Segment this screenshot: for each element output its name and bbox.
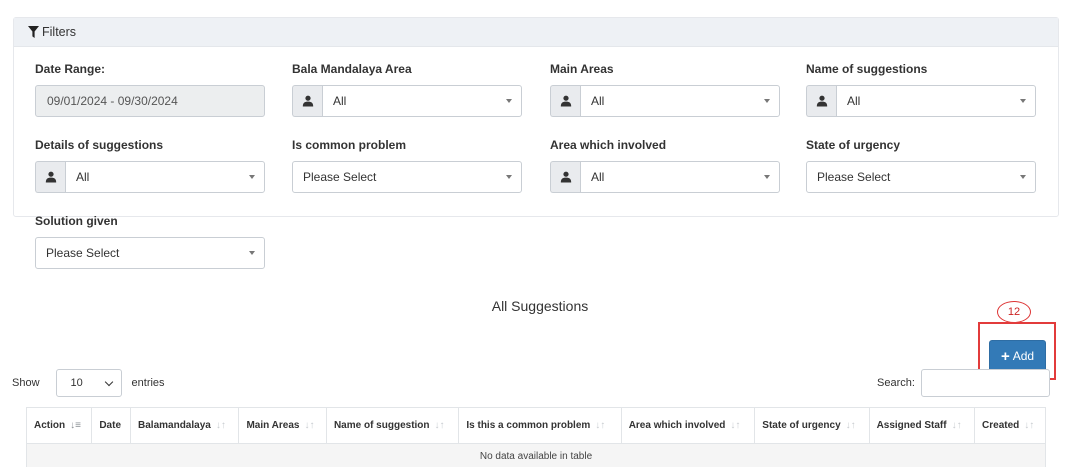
column-header-common-problem[interactable]: Is this a common problem ↓↑ (458, 407, 622, 444)
show-label: Show (12, 377, 40, 389)
column-header-main-areas[interactable]: Main Areas ↓↑ (238, 407, 327, 444)
sort-icon: ↓↑ (215, 420, 226, 431)
state-of-urgency-value: Please Select (817, 170, 891, 184)
column-header-assigned-staff[interactable]: Assigned Staff ↓↑ (868, 407, 976, 444)
caret-down-icon (1020, 99, 1026, 103)
solution-given-select[interactable]: Please Select (35, 237, 265, 269)
user-icon (35, 161, 65, 193)
user-icon (806, 85, 836, 117)
table-search: Search: (877, 369, 1050, 397)
user-icon (550, 161, 580, 193)
column-header-balamandalaya[interactable]: Balamandalaya ↓↑ (130, 407, 240, 444)
area-which-involved-label: Area which involved (550, 138, 667, 152)
sort-icon: ↓↑ (730, 420, 741, 431)
area-which-involved-value: All (591, 170, 605, 184)
caret-down-icon (764, 175, 770, 179)
bala-mandalaya-area-label: Bala Mandalaya Area (292, 62, 412, 76)
is-common-problem-value: Please Select (303, 170, 377, 184)
details-of-suggestions-select[interactable]: All (65, 161, 265, 193)
caret-down-icon (249, 251, 255, 255)
caret-down-icon (506, 99, 512, 103)
bala-mandalaya-area-select[interactable]: All (322, 85, 522, 117)
state-of-urgency-select[interactable]: Please Select (806, 161, 1036, 193)
caret-down-icon (506, 175, 512, 179)
funnel-icon (28, 26, 39, 38)
page-length-select[interactable]: 10 (55, 369, 122, 397)
caret-down-icon (1020, 175, 1026, 179)
sort-icon: ↓↑ (1024, 420, 1035, 431)
page-length-control: Show 10 entries (12, 369, 165, 397)
details-of-suggestions-label: Details of suggestions (35, 138, 164, 152)
user-icon (292, 85, 322, 117)
area-which-involved-select[interactable]: All (580, 161, 780, 193)
sort-icon: ↓↑ (845, 420, 856, 431)
is-common-problem-select[interactable]: Please Select (292, 161, 522, 193)
table-header-row: Action ↓≡ Date Balamandalaya ↓↑ Main Areas… (25, 407, 1046, 444)
date-range-label: Date Range: (35, 62, 106, 76)
date-range-input[interactable]: 09/01/2024 - 09/30/2024 (35, 85, 265, 117)
solution-given-label: Solution given (35, 214, 118, 228)
name-of-suggestions-select[interactable]: All (836, 85, 1036, 117)
name-of-suggestions-label: Name of suggestions (806, 62, 928, 76)
suggestions-table: Action ↓≡ Date Balamandalaya ↓↑ Main Areas… (25, 407, 1046, 467)
annotation-marker: 12 (997, 301, 1031, 323)
add-button[interactable]: + Add (989, 340, 1046, 372)
plus-icon: + (1000, 347, 1010, 365)
main-areas-value: All (591, 94, 605, 108)
main-areas-select[interactable]: All (580, 85, 780, 117)
is-common-problem-label: Is common problem (292, 138, 407, 152)
column-header-name-of-suggestion[interactable]: Name of suggestion ↓↑ (325, 407, 460, 444)
user-icon (550, 85, 580, 117)
sort-icon: ↓↑ (951, 420, 962, 431)
add-button-label: Add (1012, 349, 1035, 363)
name-of-suggestions-value: All (847, 94, 861, 108)
column-header-area-which-involved[interactable]: Area which involved ↓↑ (620, 407, 756, 444)
filters-title: Filters (42, 25, 77, 39)
search-label: Search: (877, 377, 915, 389)
chevron-down-icon (104, 377, 113, 387)
table-row: No data available in table (26, 443, 1046, 467)
main-areas-label: Main Areas (550, 62, 614, 76)
sort-icon: ↓↑ (304, 420, 315, 431)
bala-mandalaya-area-value: All (333, 94, 347, 108)
column-header-created[interactable]: Created ↓↑ (974, 407, 1046, 444)
column-header-state-of-urgency[interactable]: State of urgency ↓↑ (754, 407, 870, 444)
sort-icon: ↓↑ (595, 420, 606, 431)
details-of-suggestions-value: All (76, 170, 90, 184)
page-length-value: 10 (70, 377, 83, 389)
solution-given-value: Please Select (46, 246, 120, 260)
section-title: All Suggestions (491, 298, 589, 314)
entries-label: entries (131, 377, 165, 389)
filters-header[interactable]: Filters (14, 18, 1058, 47)
sort-icon: ↓↑ (434, 420, 445, 431)
state-of-urgency-label: State of urgency (806, 138, 901, 152)
caret-down-icon (764, 99, 770, 103)
caret-down-icon (249, 175, 255, 179)
column-header-action[interactable]: Action ↓≡ (25, 407, 93, 444)
search-input[interactable] (920, 369, 1050, 397)
column-header-date[interactable]: Date (91, 407, 132, 444)
empty-table-message: No data available in table (26, 443, 1046, 467)
sort-icon: ↓≡ (70, 420, 81, 431)
